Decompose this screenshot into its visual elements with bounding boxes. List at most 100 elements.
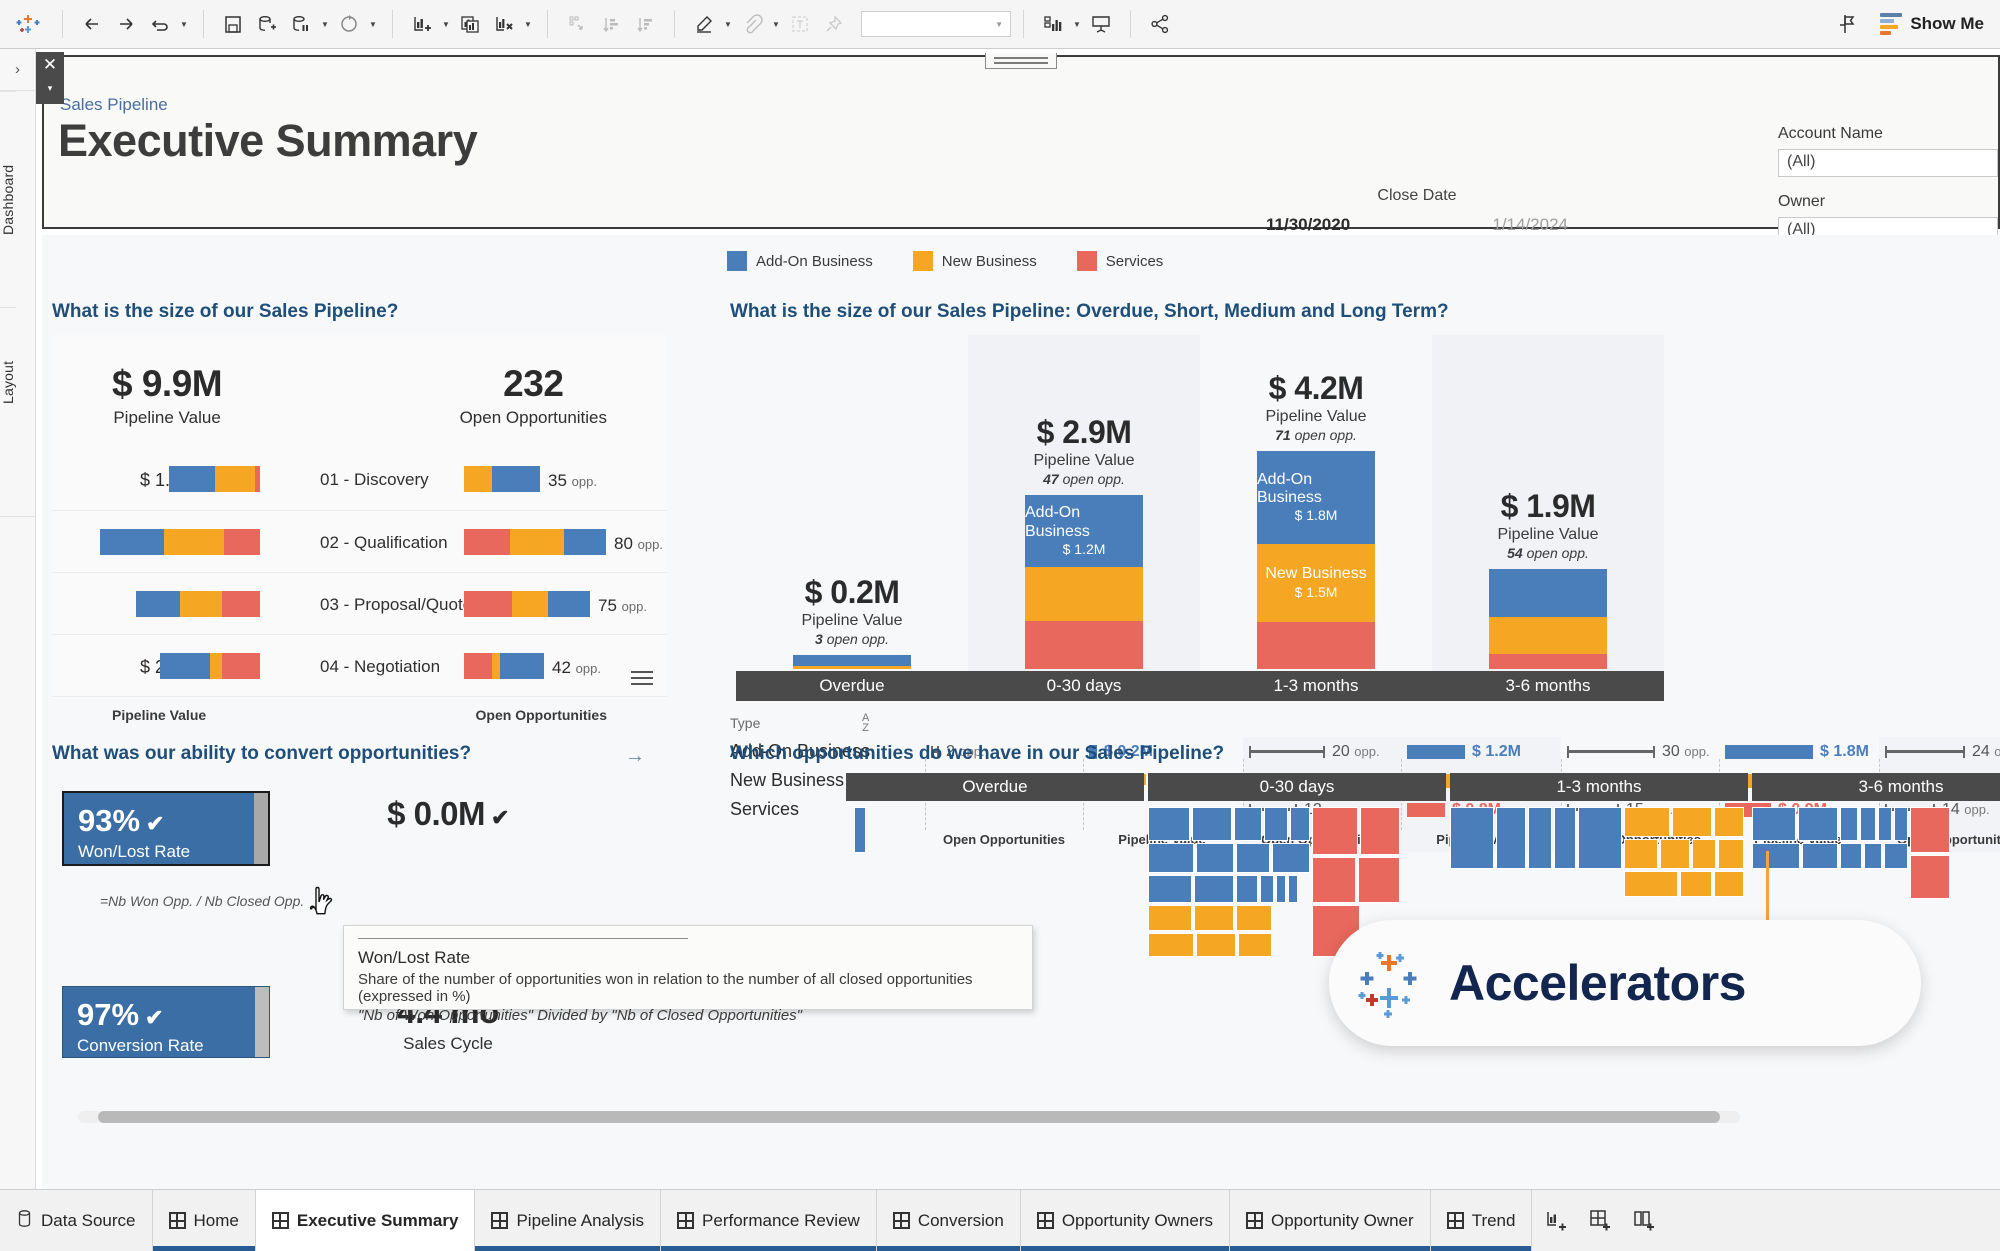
treemap-cell[interactable] (1260, 875, 1274, 903)
treemap-cell[interactable] (1578, 807, 1622, 869)
dashboard-icon[interactable] (1036, 7, 1070, 41)
sort-ascending-icon[interactable] (594, 7, 628, 41)
stack-segment[interactable] (1257, 622, 1375, 669)
treemap-cell[interactable] (1860, 807, 1876, 841)
stack-segment[interactable] (1489, 569, 1607, 617)
stack-segment[interactable] (1489, 654, 1607, 669)
text-box-icon[interactable] (783, 7, 817, 41)
stage-value-bar[interactable] (169, 466, 260, 492)
clear-sheet-icon[interactable] (487, 7, 521, 41)
tile-conversion-rate[interactable]: 97% ✔ Conversion Rate (62, 986, 270, 1058)
stage-value-bar[interactable] (100, 529, 260, 555)
treemap-column-header[interactable]: 0-30 days (1148, 773, 1446, 801)
arrow-right-icon[interactable]: → (625, 745, 645, 768)
dashboard-dropdown-icon[interactable]: ▼ (1070, 7, 1084, 41)
treemap-cell[interactable] (1554, 807, 1576, 869)
treemap-cell[interactable] (1672, 807, 1712, 837)
share-icon[interactable] (1143, 7, 1177, 41)
pause-dropdown-icon[interactable]: ▼ (318, 7, 332, 41)
treemap-cell[interactable] (1192, 807, 1232, 841)
new-worksheet-button[interactable] (1540, 1204, 1574, 1238)
tab-trend[interactable]: Trend (1430, 1190, 1533, 1251)
dashboard-header-zone[interactable]: Sales Pipeline Executive Summary Close D… (42, 53, 2000, 259)
treemap-cell[interactable] (1624, 839, 1658, 869)
stage-row[interactable]: $ 2.0M04 - Negotiation42 opp. (52, 634, 667, 696)
stack-segment[interactable] (1489, 617, 1607, 654)
stack-segment[interactable] (1025, 621, 1143, 669)
treemap-cell[interactable] (1148, 875, 1192, 903)
treemap-cell[interactable] (1194, 875, 1234, 903)
treemap-cell[interactable] (1864, 843, 1882, 869)
treemap-cell[interactable] (1272, 843, 1310, 873)
stage-row[interactable]: $ 1.7M 01 - Discovery 35 opp. (52, 448, 667, 510)
new-data-source-icon[interactable] (250, 7, 284, 41)
pause-data-source-icon[interactable] (284, 7, 318, 41)
zone-grip-handle[interactable] (985, 53, 1057, 69)
treemap-column-header[interactable]: 3-6 months (1752, 773, 2000, 801)
treemap-cell[interactable] (1194, 905, 1234, 931)
new-worksheet-icon[interactable] (405, 7, 439, 41)
treemap-cell[interactable] (1496, 807, 1526, 869)
treemap-cell[interactable] (1148, 933, 1194, 957)
treemap-cell[interactable] (1196, 933, 1236, 957)
treemap-cell[interactable] (1802, 843, 1838, 869)
treemap-cell[interactable] (1358, 857, 1400, 903)
treemap-cell[interactable] (1752, 807, 1796, 841)
treemap-cell[interactable] (1910, 855, 1950, 899)
band-axis-label[interactable]: 3-6 months (1432, 671, 1664, 701)
new-story-button[interactable] (1628, 1204, 1662, 1238)
treemap-cell[interactable] (1236, 875, 1258, 903)
treemap-cell[interactable] (1752, 843, 1800, 869)
treemap-cell[interactable] (1236, 905, 1272, 931)
legend-item-services[interactable]: Services (1076, 251, 1163, 271)
tile-won-lost-rate[interactable]: 93% ✔ Won/Lost Rate (62, 791, 270, 866)
band-axis-label[interactable]: 1-3 months (1200, 671, 1432, 701)
treemap-cell[interactable] (1312, 857, 1356, 903)
band-axis-label[interactable]: 0-30 days (968, 671, 1200, 701)
tab-home[interactable]: Home (152, 1190, 256, 1251)
hamburger-icon[interactable] (631, 671, 653, 689)
treemap-cell[interactable] (1236, 843, 1270, 873)
pin-icon[interactable] (817, 7, 851, 41)
treemap-cell[interactable] (1528, 807, 1552, 869)
save-icon[interactable] (216, 7, 250, 41)
stage-opp-bar[interactable] (464, 653, 544, 679)
attachment-icon[interactable] (735, 7, 769, 41)
treemap-cell[interactable] (1238, 933, 1272, 957)
undo-dropdown-icon[interactable]: ▼ (177, 7, 191, 41)
stack-segment[interactable] (793, 666, 911, 669)
treemap-column-header[interactable]: Overdue (846, 773, 1144, 801)
treemap-cell[interactable] (1276, 875, 1286, 903)
stack-segment[interactable]: New Business $ 1.5M (1257, 544, 1375, 622)
treemap-cell[interactable] (1840, 843, 1862, 869)
chevron-right-icon[interactable]: › (0, 49, 35, 91)
accelerators-badge[interactable]: Accelerators (1329, 920, 1921, 1046)
treemap-column-header[interactable]: 1-3 months (1450, 773, 1748, 801)
tab-pipeline-analysis[interactable]: Pipeline Analysis (475, 1190, 662, 1251)
treemap-cell[interactable] (1894, 807, 1908, 841)
treemap-cell[interactable] (1148, 905, 1192, 931)
undo-icon[interactable] (143, 7, 177, 41)
term-band-column[interactable]: $ 1.9M Pipeline Value 54 open opp. 3-6 mont… (1432, 335, 1664, 701)
band-axis-label[interactable]: Overdue (736, 671, 968, 701)
tab-conversion[interactable]: Conversion (876, 1190, 1021, 1251)
swap-rows-columns-icon[interactable] (560, 7, 594, 41)
treemap-cell[interactable] (1910, 807, 1950, 853)
stage-value-bar[interactable] (136, 591, 260, 617)
sort-descending-icon[interactable] (628, 7, 662, 41)
back-icon[interactable] (75, 7, 109, 41)
treemap-cell[interactable] (1680, 871, 1712, 897)
treemap-cell[interactable] (1798, 807, 1838, 841)
treemap-cell[interactable] (1714, 871, 1744, 897)
legend-item-new-business[interactable]: New Business (912, 251, 1037, 271)
highlight-dropdown-icon[interactable]: ▼ (721, 7, 735, 41)
new-dashboard-button[interactable] (1584, 1204, 1618, 1238)
treemap-cell[interactable] (1234, 807, 1262, 841)
treemap-cell[interactable] (1148, 843, 1194, 873)
stack-segment[interactable] (1025, 567, 1143, 621)
tile-scrollbar[interactable] (255, 987, 269, 1057)
tab-performance-review[interactable]: Performance Review (661, 1190, 877, 1251)
treemap-cell[interactable] (1290, 807, 1310, 841)
term-band-column[interactable]: $ 0.2M Pipeline Value 3 open opp. Overdue (736, 335, 968, 701)
show-me-button[interactable]: Show Me (1880, 13, 1984, 35)
